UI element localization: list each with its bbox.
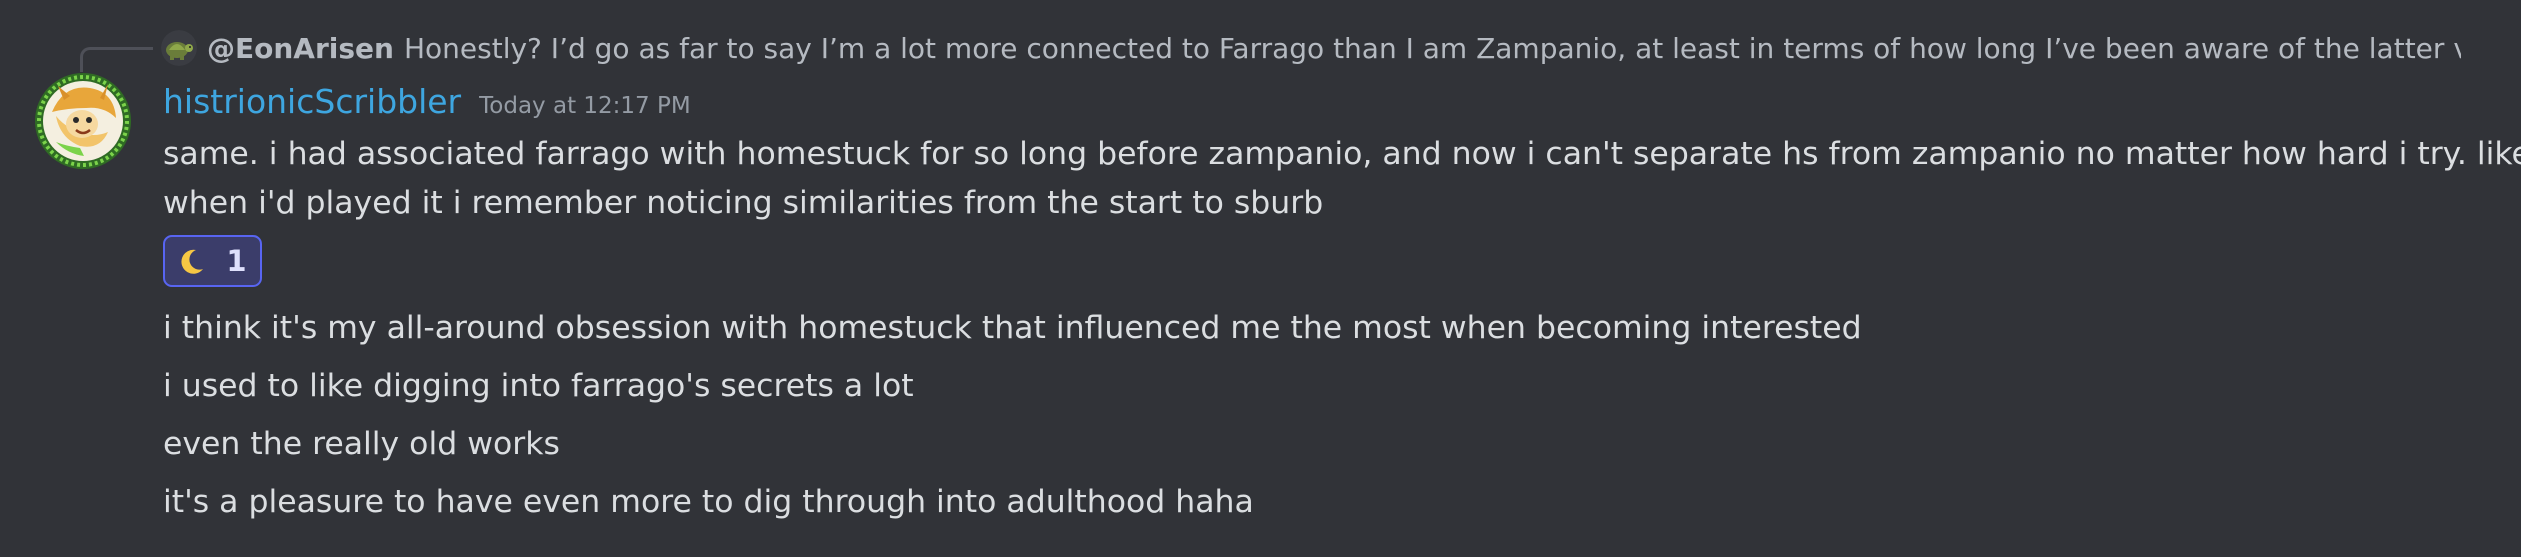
reply-avatar-turtle-icon[interactable] — [161, 30, 197, 66]
reply-preview-text[interactable]: Honestly? I’d go as far to say I’m a lot… — [404, 32, 2461, 65]
crescent-moon-icon — [181, 249, 204, 274]
reaction-button[interactable]: 1 — [163, 235, 262, 287]
message-text-line-1: same. i had associated farrago with home… — [163, 136, 2521, 172]
reaction-count: 1 — [226, 244, 247, 278]
reply-reference[interactable]: @EonArisen Honestly? I’d go as far to sa… — [161, 28, 2461, 68]
username[interactable]: histrionicScribbler — [163, 82, 461, 121]
message-timestamp[interactable]: Today at 12:17 PM — [479, 93, 691, 119]
reply-author[interactable]: @EonArisen — [207, 32, 394, 65]
user-avatar[interactable] — [34, 72, 132, 170]
followup-message: it's a pleasure to have even more to dig… — [163, 484, 1254, 520]
followup-message: i used to like digging into farrago's se… — [163, 368, 914, 404]
chat-message-group: @EonArisen Honestly? I’d go as far to sa… — [0, 0, 2521, 557]
followup-message: i think it's my all-around obsession wit… — [163, 310, 1862, 346]
message-header: histrionicScribbler Today at 12:17 PM — [163, 82, 691, 126]
reply-connector-line — [80, 47, 153, 72]
message-text-line-2: when i'd played it i remember noticing s… — [163, 185, 1324, 221]
followup-message: even the really old works — [163, 426, 560, 462]
